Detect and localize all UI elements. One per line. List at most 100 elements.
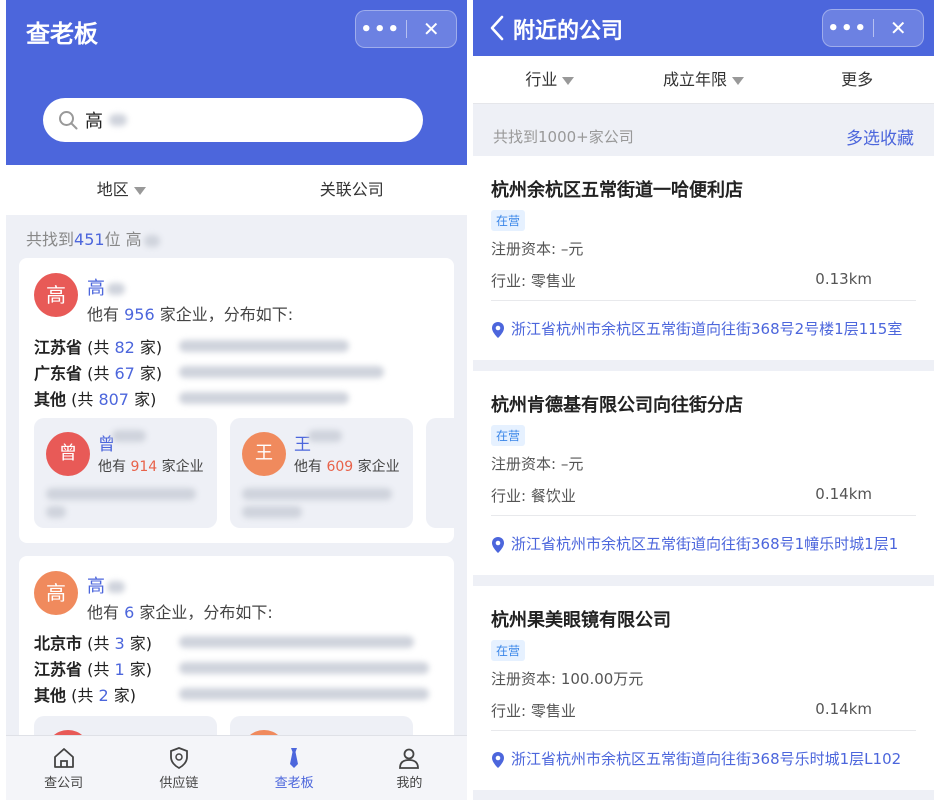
back-arrow-icon[interactable] bbox=[487, 13, 509, 43]
header: 查老板 ••• ✕ bbox=[6, 0, 467, 165]
distance: 0.14km bbox=[815, 485, 872, 503]
summary-prefix: 他有 bbox=[87, 603, 125, 622]
person-name[interactable]: 高 bbox=[87, 572, 125, 598]
status-badge: 在营 bbox=[491, 210, 526, 231]
divider bbox=[491, 515, 916, 516]
region-row[interactable]: 其他 (共 807 家) bbox=[34, 386, 454, 409]
region-row[interactable]: 江苏省 (共 1 家) bbox=[34, 656, 454, 679]
tie-icon bbox=[290, 748, 299, 768]
associate-count: 609 bbox=[326, 459, 354, 475]
search-input[interactable] bbox=[85, 106, 385, 134]
close-button[interactable]: ✕ bbox=[407, 17, 457, 41]
region-row[interactable]: 其他 (共 2 家) bbox=[34, 682, 454, 705]
region-row[interactable]: 江苏省 (共 82 家) bbox=[34, 334, 454, 357]
region-count-open: (共 bbox=[66, 390, 99, 409]
filter-years[interactable]: 成立年限 bbox=[627, 56, 781, 103]
mini-program-capsule: ••• ✕ bbox=[355, 10, 457, 48]
close-button[interactable]: ✕ bbox=[874, 16, 924, 40]
summary-count: 956 bbox=[124, 305, 155, 324]
address-link[interactable]: 浙江省杭州市余杭区五常街道向往街368号1幢乐时城1层1 bbox=[491, 533, 916, 554]
region-count-close: 家) bbox=[124, 660, 152, 679]
summary-count: 6 bbox=[124, 603, 135, 622]
address-link[interactable]: 浙江省杭州市余杭区五常街道向往街368号2号楼1层115室 bbox=[491, 318, 916, 339]
tab-boss[interactable]: 查老板 bbox=[237, 736, 352, 800]
result-count-suffix: 位 高 bbox=[104, 230, 142, 249]
location-pin-icon bbox=[492, 321, 504, 338]
region-name: 北京市 bbox=[34, 634, 83, 653]
registered-capital: 注册资本: –元 bbox=[491, 455, 584, 473]
address-link[interactable]: 浙江省杭州市余杭区五常街道向往街368号乐时城1层L102 bbox=[491, 748, 916, 769]
blurred-company bbox=[46, 488, 196, 500]
region-row[interactable]: 广东省 (共 67 家) bbox=[34, 360, 454, 383]
blurred-name bbox=[308, 430, 342, 442]
blurred-company bbox=[179, 636, 414, 648]
result-count-prefix: 共找到 bbox=[26, 230, 75, 249]
address-text: 浙江省杭州市余杭区五常街道向往街368号2号楼1层115室 bbox=[511, 320, 903, 338]
search-box[interactable] bbox=[43, 98, 423, 142]
filter-more[interactable]: 更多 bbox=[780, 56, 934, 103]
person-card[interactable]: 高 高 他有 6 家企业，分布如下: 北京市 (共 3 家) 江苏省 (共 1 … bbox=[19, 556, 454, 756]
company-name[interactable]: 杭州果美眼镜有限公司 bbox=[491, 606, 671, 632]
region-count-close: 家) bbox=[134, 338, 163, 357]
more-options-button[interactable]: ••• bbox=[356, 19, 406, 40]
company-card[interactable]: 杭州余杭区五常街道一哈便利店 在营 注册资本: –元 行业: 零售业 0.13k… bbox=[473, 156, 934, 360]
summary-suffix: 家企业，分布如下: bbox=[134, 603, 273, 622]
home-icon bbox=[53, 748, 74, 768]
region-count: 807 bbox=[98, 390, 129, 409]
blurred-company bbox=[179, 688, 429, 700]
associate-card[interactable]: 王 王 他有 609 家企业 bbox=[230, 418, 413, 528]
person-card[interactable]: 高 高 他有 956 家企业，分布如下: 江苏省 (共 82 家) 广东省 (共… bbox=[19, 258, 454, 543]
result-count-number: 451 bbox=[74, 230, 105, 249]
blurred-company bbox=[242, 506, 302, 518]
more-options-button[interactable]: ••• bbox=[823, 18, 873, 39]
region-name: 广东省 bbox=[34, 364, 83, 383]
associate-card-partial[interactable] bbox=[426, 418, 454, 528]
status-badge: 在营 bbox=[491, 425, 526, 446]
blurred-company bbox=[179, 340, 349, 352]
region-count-open: (共 bbox=[66, 686, 99, 705]
associate-card[interactable]: 曾 曾 他有 914 家企业 bbox=[34, 418, 217, 528]
page-title: 附近的公司 bbox=[513, 19, 624, 44]
company-name[interactable]: 杭州肯德基有限公司向往街分店 bbox=[491, 391, 743, 417]
tab-mine[interactable]: 我的 bbox=[352, 736, 467, 800]
registered-capital: 注册资本: 100.00万元 bbox=[491, 670, 644, 688]
region-row[interactable]: 北京市 (共 3 家) bbox=[34, 630, 454, 653]
divider bbox=[491, 300, 916, 301]
company-card[interactable]: 杭州肯德基有限公司向往街分店 在营 注册资本: –元 行业: 餐饮业 0.14k… bbox=[473, 371, 934, 575]
filter-region[interactable]: 地区 bbox=[6, 165, 237, 215]
filter-related-company[interactable]: 关联公司 bbox=[237, 165, 468, 215]
avatar: 高 bbox=[34, 571, 78, 615]
distance: 0.14km bbox=[815, 700, 872, 718]
avatar: 高 bbox=[34, 273, 78, 317]
tab-company[interactable]: 查公司 bbox=[6, 736, 121, 800]
tab-mine-label: 我的 bbox=[396, 776, 423, 791]
company-name[interactable]: 杭州余杭区五常街道一哈便利店 bbox=[491, 176, 743, 202]
boss-search-screen: 查老板 ••• ✕ 地区 关联公司 共找到451位 高 高 高 他有 956 家… bbox=[6, 0, 467, 800]
app-title: 查老板 bbox=[26, 20, 98, 48]
blurred-name bbox=[107, 581, 125, 593]
region-count-open: (共 bbox=[82, 660, 115, 679]
blurred-name bbox=[143, 234, 160, 247]
location-pin-icon bbox=[492, 751, 504, 768]
region-count-close: 家) bbox=[134, 364, 163, 383]
person-name-text: 高 bbox=[87, 278, 105, 299]
person-name[interactable]: 高 bbox=[87, 274, 125, 300]
tab-supply-chain-label: 供应链 bbox=[159, 776, 199, 791]
filter-industry[interactable]: 行业 bbox=[473, 56, 627, 103]
bottom-tab-bar: 查公司 供应链 查老板 我的 bbox=[6, 735, 467, 800]
tab-company-label: 查公司 bbox=[44, 776, 84, 791]
company-summary: 他有 956 家企业，分布如下: bbox=[87, 301, 293, 325]
associate-summary: 他有 609 家企业 bbox=[294, 456, 400, 476]
tab-supply-chain[interactable]: 供应链 bbox=[121, 736, 236, 800]
region-count-close: 家) bbox=[108, 686, 136, 705]
result-count: 共找到451位 高 bbox=[26, 226, 160, 250]
company-summary: 他有 6 家企业，分布如下: bbox=[87, 599, 273, 623]
region-count-open: (共 bbox=[82, 364, 115, 383]
region-name: 其他 bbox=[34, 686, 67, 705]
header: 附近的公司 ••• ✕ bbox=[473, 0, 934, 56]
region-count-close: 家) bbox=[124, 634, 152, 653]
blurred-company bbox=[179, 392, 349, 404]
industry: 行业: 零售业 bbox=[491, 702, 576, 720]
multi-select-favorite-button[interactable]: 多选收藏 bbox=[846, 124, 914, 149]
company-card[interactable]: 杭州果美眼镜有限公司 在营 注册资本: 100.00万元 行业: 零售业 0.1… bbox=[473, 586, 934, 790]
